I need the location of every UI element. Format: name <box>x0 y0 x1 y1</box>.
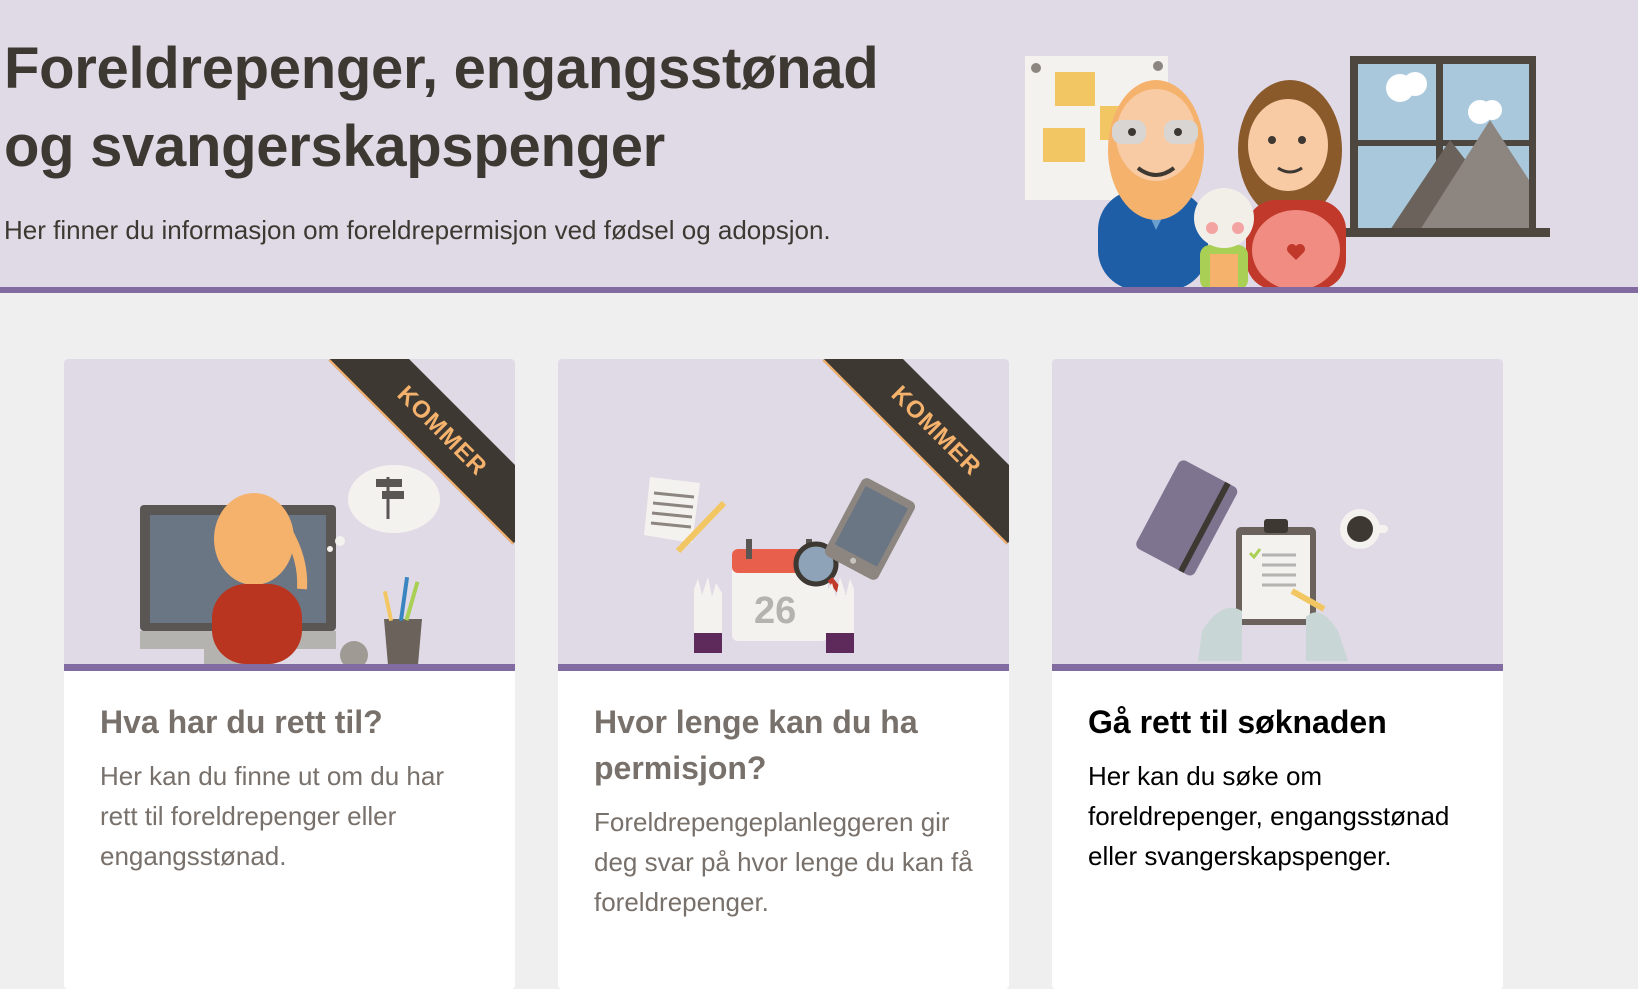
hero-banner: Foreldrepenger, engangsstønad og svanger… <box>0 0 1638 293</box>
card-description: Her kan du søke om foreldrepenger, engan… <box>1088 761 1450 871</box>
page-title: Foreldrepenger, engangsstønad og svanger… <box>4 36 879 179</box>
page-subtitle: Her finner du informasjon om foreldreper… <box>4 215 831 245</box>
family-illustration <box>1025 56 1550 287</box>
card-title[interactable]: Gå rett til søknaden <box>1088 699 1478 745</box>
card-description: Her kan du finne ut om du har rett til f… <box>100 761 444 871</box>
card-image <box>1052 359 1503 671</box>
card-rights[interactable]: KOMMER Hva har du rett til? Her kan du f… <box>64 359 515 989</box>
calendar-day: 26 <box>754 590 796 632</box>
card-leave-length[interactable]: 26 KOMMER Hvor lenge kan du ha permisjon… <box>558 359 1009 989</box>
card-title[interactable]: Hvor lenge kan du ha permisjon? <box>594 699 984 791</box>
card-image: KOMMER <box>64 359 515 671</box>
card-application[interactable]: Gå rett til søknaden Her kan du søke om … <box>1052 359 1503 989</box>
card-title[interactable]: Hva har du rett til? <box>100 699 490 745</box>
clipboard-application-illustration <box>1136 460 1388 661</box>
card-image: 26 KOMMER <box>558 359 1009 671</box>
card-description: Foreldrepengeplanleggeren gir deg svar p… <box>594 807 973 917</box>
